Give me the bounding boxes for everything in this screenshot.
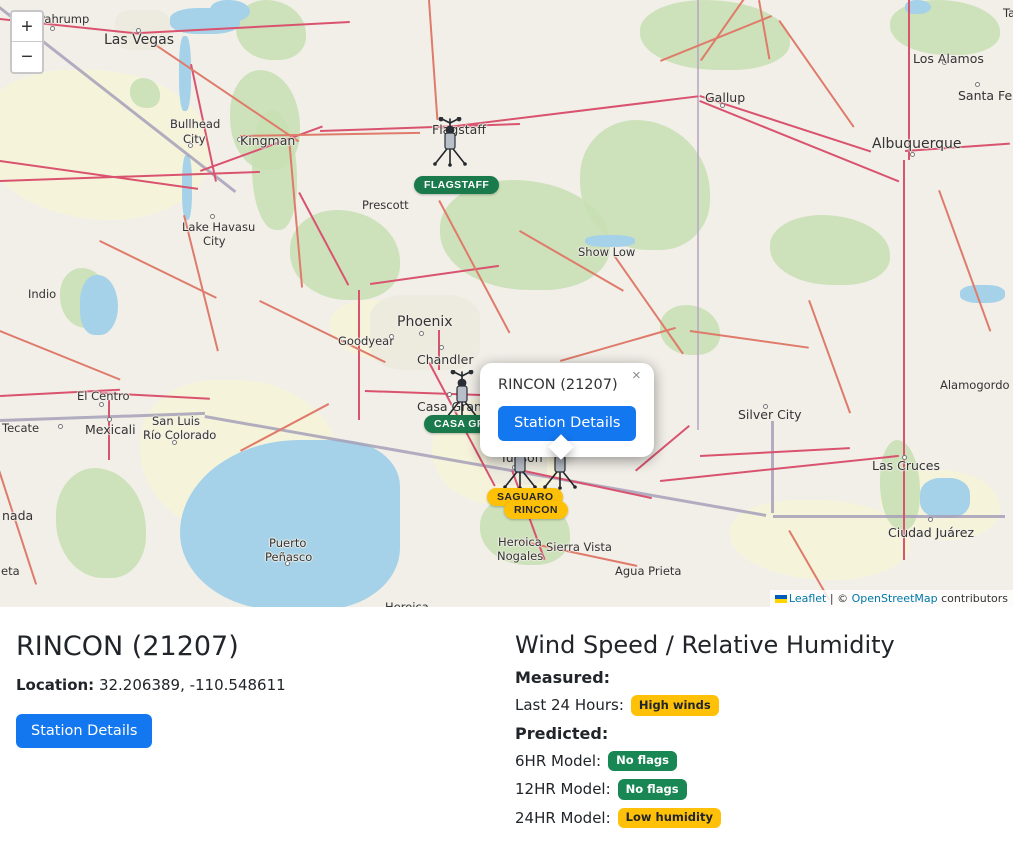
map-attribution: Leaflet | © OpenStreetMap contributors [769,590,1013,607]
map-water [585,235,635,247]
weather-station-icon[interactable] [428,116,472,169]
zoom-out-button[interactable]: − [12,42,42,72]
flag-row-label: 6HR Model: [515,751,602,770]
map-international-border [773,515,1005,518]
flag-row: Last 24 Hours: High winds [515,695,1013,716]
flags-panel-title: Wind Speed / Relative Humidity [515,631,895,659]
station-info-panel: RINCON (21207) Location: 32.206389, -110… [0,607,1013,844]
attribution-separator: | [826,592,838,605]
map-highway [438,330,440,370]
popup-station-details-button[interactable]: Station Details [498,406,637,442]
close-icon[interactable]: × [628,368,644,384]
city-dot [419,331,424,336]
status-badge: No flags [617,779,687,800]
zoom-control[interactable]: + − [10,10,44,74]
measured-heading: Measured: [515,668,611,687]
city-dot [172,440,177,445]
copyright-symbol: © [837,592,852,605]
station-details-button[interactable]: Station Details [16,714,153,748]
map-state-boundary [697,0,699,430]
city-dot [50,26,55,31]
popup-title: RINCON (21207) [498,377,618,393]
zoom-in-button[interactable]: + [12,12,42,42]
station-label-flagstaff[interactable]: FLAGSTAFF [414,176,500,194]
station-popup[interactable]: × RINCON (21207) Station Details [480,363,655,460]
openstreetmap-link[interactable]: OpenStreetMap [852,592,938,605]
location-line: Location: 32.206389, -110.548611 [16,676,503,694]
flag-row: 6HR Model: No flags [515,750,1013,772]
map-urban-area [370,295,480,370]
page-title: RINCON (21207) [16,631,239,662]
city-dot [975,82,980,87]
city-dot [720,103,725,108]
map-water [960,285,1005,303]
city-dot [188,143,193,148]
map-water [920,478,970,518]
flag-row: 12HR Model: No flags [515,779,1013,800]
ukraine-flag-icon [774,595,787,603]
station-info-left: RINCON (21207) Location: 32.206389, -110… [0,607,503,844]
city-dot [902,455,907,460]
city-dot [237,137,242,142]
map-highway [358,290,360,420]
city-dot [928,517,933,522]
location-label: Location: [16,676,95,694]
city-dot [107,417,112,422]
city-dot [439,345,444,350]
flag-row-label: 24HR Model: [515,808,611,827]
status-badge: High winds [630,695,719,716]
flag-row: 24HR Model: Low humidity [515,807,1013,829]
city-dot [58,424,63,429]
map-highway [908,0,910,160]
attribution-contributors: contributors [937,592,1008,605]
map-water [179,36,191,111]
measured-rows: Last 24 Hours: High winds [515,695,1013,716]
city-dot [99,402,104,407]
city-dot [136,28,141,33]
location-value: 32.206389, -110.548611 [98,676,286,694]
city-dot [763,404,768,409]
city-dot [285,561,290,566]
flags-panel: Wind Speed / Relative Humidity Measured:… [503,607,1013,844]
map-container[interactable]: Pahrump Las Vegas Bullhead City Kingman Lake … [0,0,1013,607]
station-label-rincon[interactable]: RINCON [504,501,568,519]
city-dot [389,334,394,339]
status-badge: Low humidity [617,807,721,829]
flag-row-label: 12HR Model: [515,780,611,799]
flag-row-label: Last 24 Hours: [515,696,624,715]
predicted-rows: 6HR Model: No flags 12HR Model: No flags 24H… [515,750,1013,829]
leaflet-link[interactable]: Leaflet [789,592,826,605]
map-highway [903,160,905,560]
map-water [80,275,118,335]
city-dot [910,152,915,157]
predicted-heading: Predicted: [515,723,609,743]
city-dot [942,60,947,65]
city-dot [210,214,215,219]
map-highway [108,400,110,460]
status-badge: No flags [608,750,677,772]
